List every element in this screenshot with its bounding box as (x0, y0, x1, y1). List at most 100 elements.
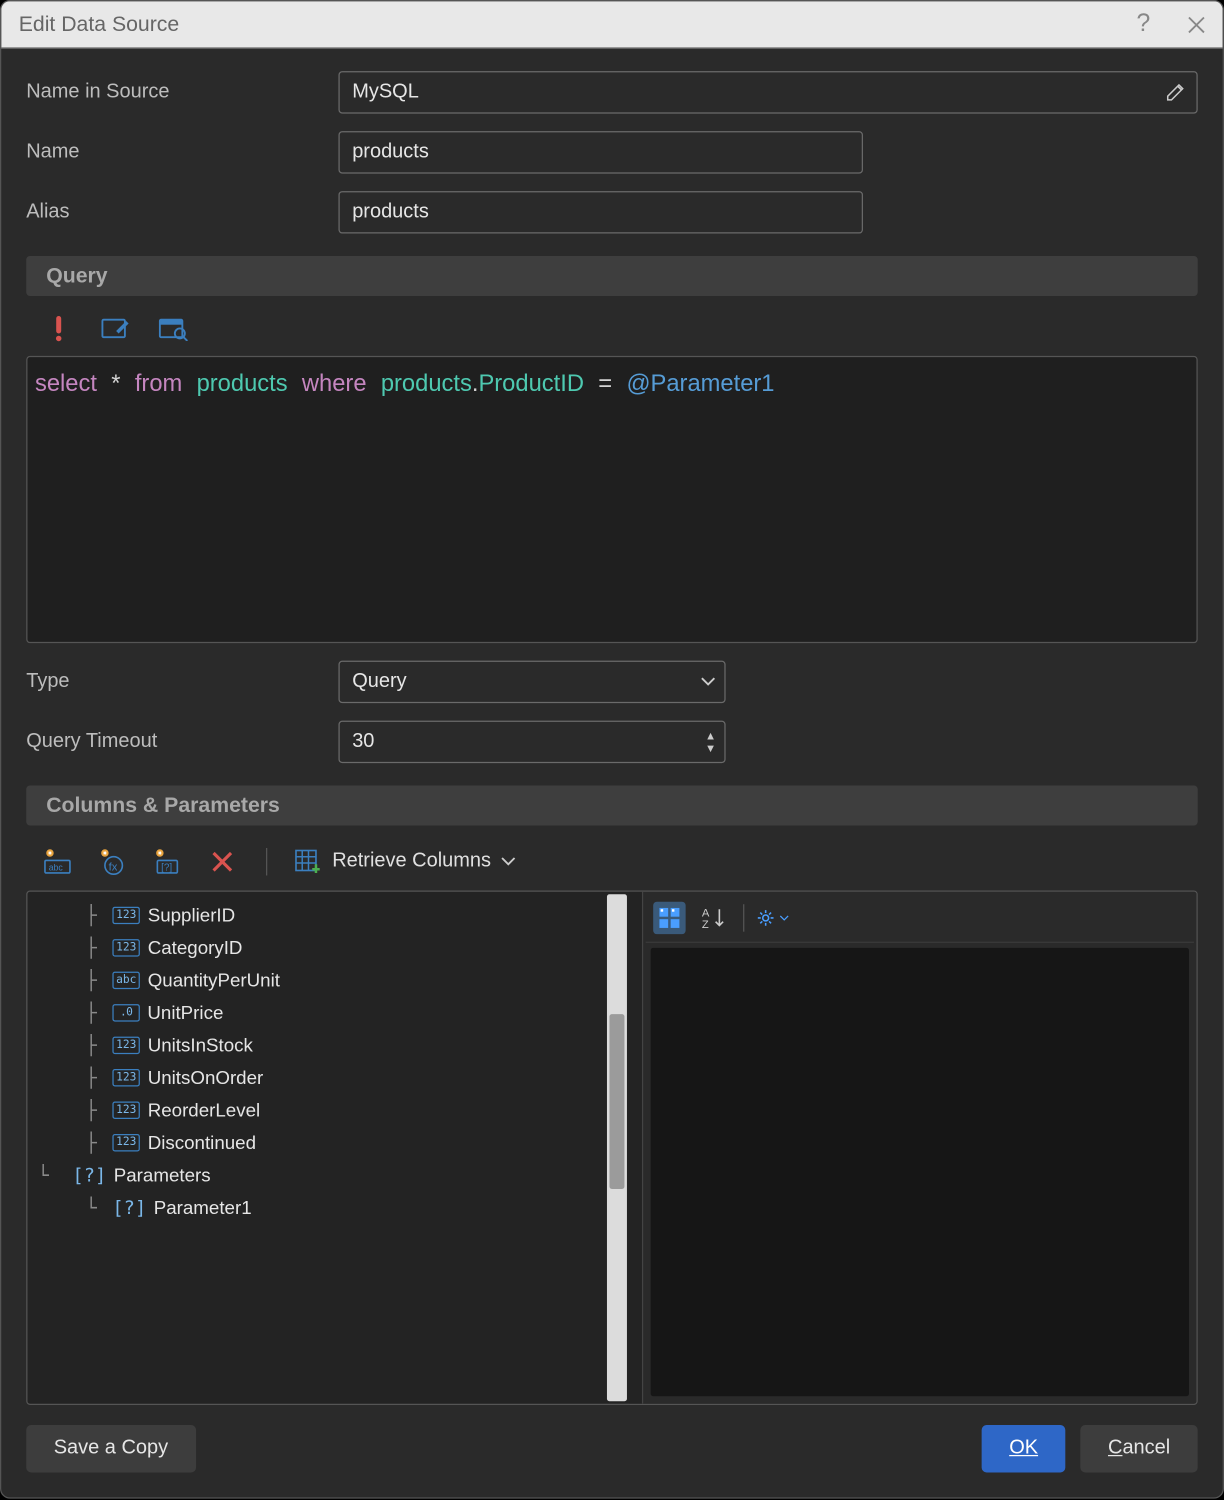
add-calc-column-icon: fx (97, 848, 127, 875)
sort-az-icon: AZ (702, 907, 727, 929)
sql-edit-icon (101, 316, 131, 341)
edit-data-source-dialog: Edit Data Source ? Name in Source Name (0, 0, 1224, 1499)
query-toolbar (26, 303, 1197, 355)
type-badge-icon: 123 (112, 939, 140, 956)
sql-editor[interactable]: select * from products where products.Pr… (26, 356, 1197, 643)
sql-token: * (111, 371, 120, 397)
add-parameter-button[interactable]: [?] (151, 846, 183, 878)
scrollbar[interactable] (607, 894, 627, 1401)
svg-text:fx: fx (109, 861, 118, 873)
name-input[interactable] (338, 131, 863, 173)
alias-label: Alias (26, 201, 338, 223)
type-label: Type (26, 671, 338, 693)
type-select-value[interactable] (338, 661, 725, 703)
add-calculated-column-button[interactable]: fx (96, 846, 128, 878)
dialog-footer: Save a Copy OK Cancel (1, 1405, 1222, 1497)
dialog-title: Edit Data Source (19, 12, 1137, 37)
column-name: UnitsInStock (148, 1035, 253, 1056)
save-a-copy-button[interactable]: Save a Copy (26, 1425, 195, 1472)
delete-button[interactable] (206, 846, 238, 878)
chevron-down-icon (501, 857, 516, 867)
tree-connector-icon: ├ (77, 1034, 104, 1056)
column-name: CategoryID (148, 937, 243, 958)
type-badge-icon: 123 (112, 1134, 140, 1151)
column-name: UnitsOnOrder (148, 1067, 264, 1088)
sql-preview-icon (159, 316, 189, 341)
tree-connector-icon: ├ (77, 1002, 104, 1024)
name-label: Name (26, 141, 338, 163)
column-tree-item[interactable]: ├ 123 ReorderLevel (37, 1094, 624, 1126)
settings-dropdown-button[interactable] (757, 902, 789, 934)
edit-name-in-source-button[interactable] (1165, 82, 1185, 102)
sql-token: @Parameter1 (626, 371, 774, 397)
type-select[interactable] (338, 661, 725, 703)
pencil-icon (1165, 82, 1185, 102)
sql-token: select (35, 371, 97, 397)
tree-connector-icon: └ (37, 1164, 64, 1186)
tree-connector-icon: └ (77, 1196, 104, 1218)
toolbar-separator (743, 904, 744, 931)
columns-tree-panel: ├ 123 SupplierID ├ 123 CategoryID ├ abc … (27, 892, 629, 1404)
toolbar-separator (266, 848, 267, 875)
name-in-source-label: Name in Source (26, 81, 338, 103)
svg-text:abc: abc (49, 862, 64, 872)
column-tree-item[interactable]: ├ 123 Discontinued (37, 1127, 624, 1159)
spinner-down-button[interactable]: ▼ (701, 742, 721, 754)
add-column-button[interactable]: abc (41, 846, 73, 878)
exclamation-icon (52, 315, 64, 342)
parameters-tree-node[interactable]: └ [?] Parameters (37, 1159, 624, 1191)
alias-input[interactable] (338, 191, 863, 233)
retrieve-columns-label: Retrieve Columns (332, 851, 491, 873)
sql-token: ProductID (478, 371, 584, 397)
section-columns-parameters-header: Columns & Parameters (26, 786, 1197, 826)
name-in-source-input[interactable] (338, 71, 1197, 113)
svg-text:Z: Z (702, 919, 709, 929)
column-tree-item[interactable]: ├ 123 UnitsOnOrder (37, 1062, 624, 1094)
column-name: UnitPrice (147, 1002, 223, 1023)
categorized-icon (658, 907, 680, 929)
delete-icon (211, 851, 233, 873)
properties-body (651, 948, 1189, 1396)
cancel-button[interactable]: Cancel (1081, 1425, 1198, 1472)
validate-query-button[interactable] (44, 313, 74, 343)
sql-token: where (302, 371, 367, 397)
column-tree-item[interactable]: ├ 123 UnitsInStock (37, 1029, 624, 1061)
scrollbar-thumb[interactable] (609, 1014, 624, 1189)
help-button[interactable]: ? (1136, 10, 1150, 39)
query-timeout-input[interactable]: ▲ ▼ (338, 721, 725, 763)
parameter-name: Parameter1 (154, 1197, 252, 1218)
svg-text:[?]: [?] (161, 862, 172, 873)
column-tree-item[interactable]: ├ 123 SupplierID (37, 899, 624, 931)
columns-parameters-toolbar: abc fx [?] Retrieve Columns (26, 833, 1197, 890)
column-name: SupplierID (148, 905, 235, 926)
edit-query-button[interactable] (101, 313, 131, 343)
type-badge-icon: 123 (112, 907, 140, 924)
retrieve-columns-button[interactable]: Retrieve Columns (295, 849, 516, 874)
column-tree-item[interactable]: ├ 123 CategoryID (37, 932, 624, 964)
categorized-view-button[interactable] (653, 902, 685, 934)
tree-connector-icon: ├ (77, 1067, 104, 1089)
chevron-down-icon (779, 914, 789, 921)
parameter-tree-item[interactable]: └ [?] Parameter1 (37, 1191, 624, 1223)
column-tree-item[interactable]: ├ abc QuantityPerUnit (37, 964, 624, 996)
column-name: Discontinued (148, 1132, 256, 1153)
add-column-icon: abc (42, 848, 72, 875)
preview-query-button[interactable] (159, 313, 189, 343)
type-badge-icon: 123 (112, 1037, 140, 1054)
ok-button[interactable]: OK (982, 1425, 1066, 1472)
parameters-node-label: Parameters (114, 1165, 211, 1186)
type-badge-icon: 123 (112, 1069, 140, 1086)
tree-connector-icon: ├ (77, 904, 104, 926)
column-tree-item[interactable]: ├ .0 UnitPrice (37, 997, 624, 1029)
tree-connector-icon: ├ (77, 1132, 104, 1154)
alphabetical-view-button[interactable]: AZ (698, 902, 730, 934)
splitter[interactable] (629, 892, 641, 1404)
sql-token: products (197, 371, 288, 397)
retrieve-columns-icon (295, 849, 322, 874)
section-query-header: Query (26, 256, 1197, 296)
close-icon (1188, 16, 1205, 33)
spinner-up-button[interactable]: ▲ (701, 729, 721, 741)
query-timeout-value[interactable] (338, 721, 725, 763)
type-badge-icon: .0 (112, 1004, 139, 1021)
close-button[interactable] (1188, 16, 1205, 33)
